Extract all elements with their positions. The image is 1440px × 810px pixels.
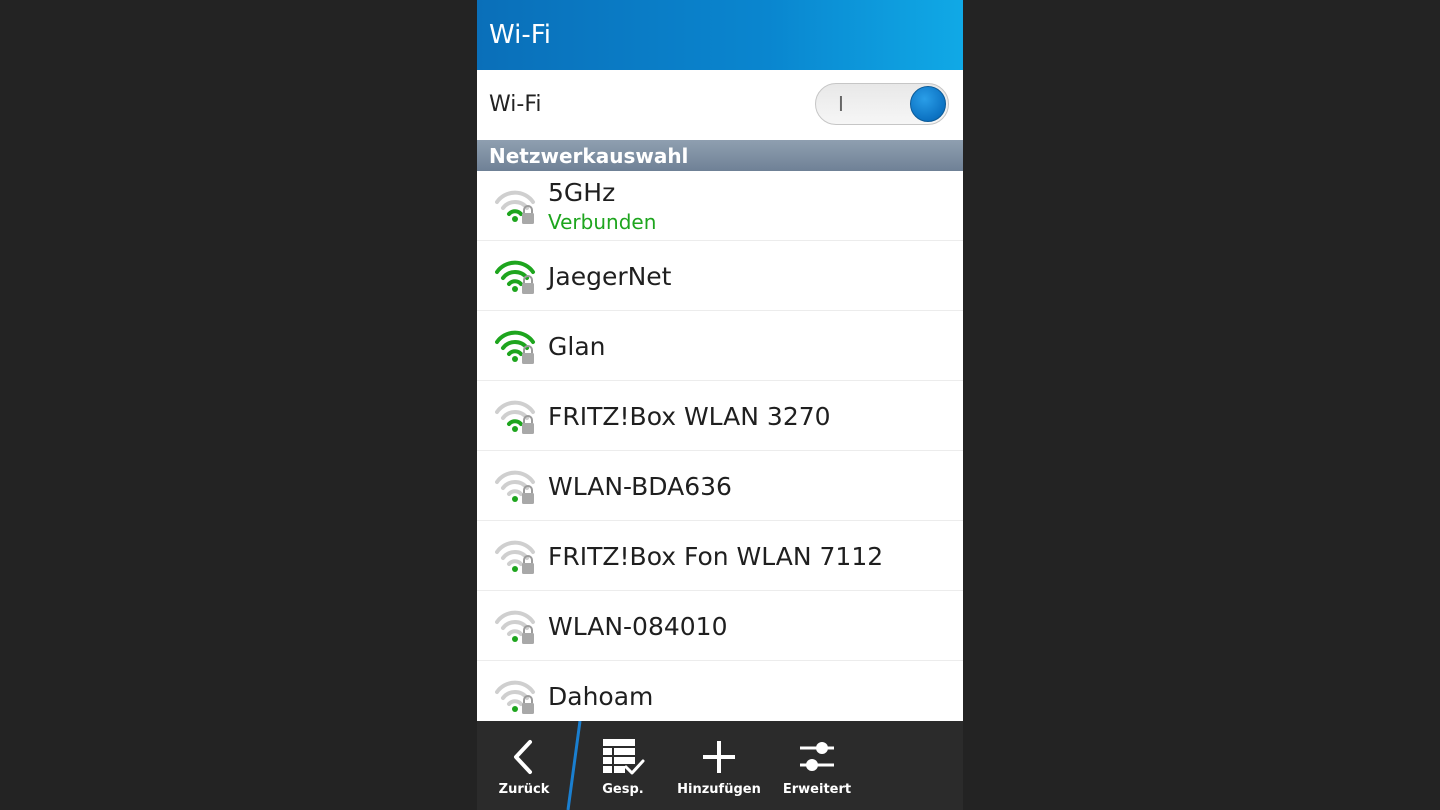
network-section-header: Netzwerkauswahl	[477, 140, 963, 171]
network-name: FRITZ!Box WLAN 3270	[548, 402, 831, 431]
secured-wifi-signal-icon	[495, 189, 537, 225]
network-name: WLAN-084010	[548, 612, 728, 641]
add-network-button[interactable]: Hinzufügen	[673, 721, 765, 810]
section-title: Netzwerkauswahl	[489, 144, 689, 168]
wifi-toggle-switch[interactable]: I	[815, 83, 949, 125]
secured-wifi-signal-icon	[495, 609, 537, 645]
advanced-button-label: Erweitert	[782, 782, 852, 797]
network-name: Glan	[548, 332, 606, 361]
network-item[interactable]: FRITZ!Box WLAN 3270	[477, 381, 963, 451]
network-item[interactable]: Dahoam	[477, 661, 963, 721]
wifi-toggle-label: Wi-Fi	[489, 92, 542, 117]
network-status: Verbunden	[548, 210, 657, 234]
plus-icon	[703, 741, 735, 773]
page-title: Wi-Fi	[489, 20, 552, 50]
sliders-icon	[800, 742, 834, 771]
secured-wifi-signal-icon	[495, 679, 537, 715]
network-item[interactable]: WLAN-084010	[477, 591, 963, 661]
chevron-left-icon	[514, 740, 532, 774]
saved-networks-label: Gesp.	[602, 782, 644, 797]
wifi-toggle-row: Wi-Fi I	[477, 70, 963, 140]
network-item[interactable]: WLAN-BDA636	[477, 451, 963, 521]
toggle-on-mark: I	[838, 92, 844, 116]
advanced-button[interactable]: Erweitert	[771, 721, 863, 810]
network-name: WLAN-BDA636	[548, 472, 732, 501]
saved-networks-button[interactable]: Gesp.	[577, 721, 669, 810]
back-button[interactable]: Zurück	[477, 721, 571, 810]
network-name: Dahoam	[548, 682, 654, 711]
add-network-label: Hinzufügen	[677, 782, 761, 797]
secured-wifi-signal-icon	[495, 399, 537, 435]
bottom-action-bar: Zurück Gesp. Hinzufügen Erweitert	[477, 721, 963, 810]
network-item[interactable]: 5GHz Verbunden	[477, 171, 963, 241]
saved-list-icon	[603, 739, 645, 775]
network-list: 5GHz Verbunden JaegerNet Glan FRITZ!Box …	[477, 171, 963, 721]
secured-wifi-signal-icon	[495, 469, 537, 505]
network-name: 5GHz	[548, 178, 616, 207]
title-bar: Wi-Fi	[477, 0, 963, 70]
network-item[interactable]: FRITZ!Box Fon WLAN 7112	[477, 521, 963, 591]
network-item[interactable]: JaegerNet	[477, 241, 963, 311]
network-item[interactable]: Glan	[477, 311, 963, 381]
toggle-knob[interactable]	[910, 86, 946, 122]
network-name: FRITZ!Box Fon WLAN 7112	[548, 542, 884, 571]
secured-wifi-signal-icon	[495, 539, 537, 575]
secured-wifi-signal-icon	[495, 329, 537, 365]
wifi-settings-screen: Wi-Fi Wi-Fi I Netzwerkauswahl 5GHz Verbu…	[477, 0, 963, 810]
secured-wifi-signal-icon	[495, 259, 537, 295]
network-name: JaegerNet	[548, 262, 672, 291]
back-button-label: Zurück	[498, 782, 550, 797]
